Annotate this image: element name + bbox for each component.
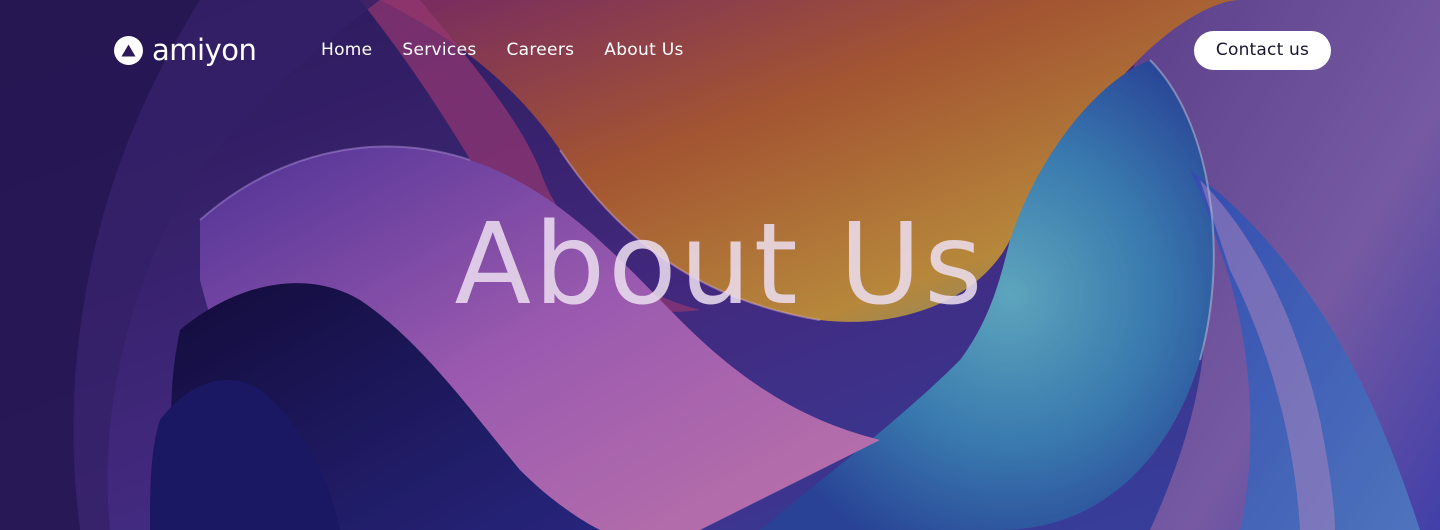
contact-us-button[interactable]: Contact us xyxy=(1194,31,1331,70)
hero-section: amiyon Home Services Careers About Us Co… xyxy=(0,0,1440,530)
nav-link-about-us[interactable]: About Us xyxy=(604,38,683,62)
nav-link-careers[interactable]: Careers xyxy=(507,38,575,62)
nav-link-home[interactable]: Home xyxy=(321,38,372,62)
nav-link-services[interactable]: Services xyxy=(402,38,476,62)
top-navigation: amiyon Home Services Careers About Us Co… xyxy=(0,0,1440,100)
nav-links: Home Services Careers About Us xyxy=(321,38,714,62)
page-title: About Us xyxy=(454,200,986,330)
brand-logo[interactable]: amiyon xyxy=(114,33,257,67)
triangle-in-circle-icon xyxy=(114,35,143,65)
triangle-icon xyxy=(121,44,136,56)
brand-name: amiyon xyxy=(152,33,257,67)
